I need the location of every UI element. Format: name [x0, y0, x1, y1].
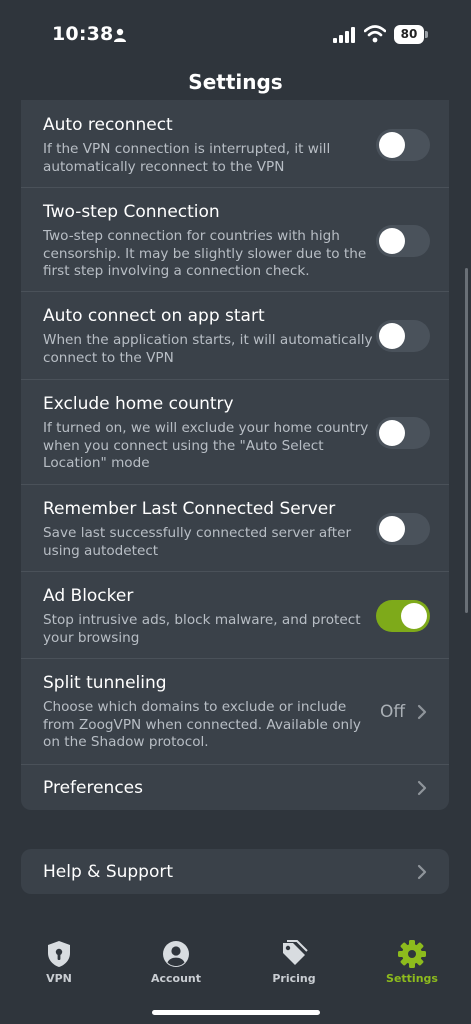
status-bar: 10:38 80 — [0, 0, 471, 70]
home-indicator — [152, 1010, 320, 1015]
toggle-knob — [379, 132, 405, 158]
setting-title: Remember Last Connected Server — [43, 499, 336, 519]
setting-title: Exclude home country — [43, 394, 234, 414]
setting-row-two-step-connection: Two-step Connection Two-step connection … — [21, 188, 449, 292]
tab-vpn[interactable]: VPN — [19, 940, 99, 985]
split-tunneling-value: Off — [380, 702, 406, 722]
help-support-row[interactable]: Help & Support — [21, 849, 449, 894]
tab-label: Settings — [386, 972, 438, 985]
help-support-title: Help & Support — [43, 862, 174, 882]
remember-last-server-toggle[interactable] — [376, 513, 430, 545]
battery-indicator: 80 — [394, 25, 424, 44]
toggle-knob — [379, 420, 405, 446]
tab-label: VPN — [46, 972, 72, 985]
setting-title: Auto reconnect — [43, 115, 173, 135]
tab-label: Pricing — [272, 972, 316, 985]
setting-description: Choose which domains to exclude or inclu… — [43, 699, 361, 750]
auto-reconnect-toggle[interactable] — [376, 129, 430, 161]
setting-description: If turned on, we will exclude your home … — [43, 420, 369, 471]
cellular-signal-icon — [333, 27, 355, 43]
status-time: 10:38 — [52, 23, 114, 45]
toggle-knob — [401, 603, 427, 629]
ad-blocker-toggle[interactable] — [376, 600, 430, 632]
setting-row-preferences[interactable]: Preferences — [21, 765, 449, 810]
setting-description: If the VPN connection is interrupted, it… — [43, 141, 331, 175]
setting-row-ad-blocker: Ad Blocker Stop intrusive ads, block mal… — [21, 572, 449, 659]
setting-title: Auto connect on app start — [43, 306, 265, 326]
wifi-icon — [364, 25, 386, 43]
tab-account[interactable]: Account — [136, 940, 216, 985]
tab-pricing[interactable]: Pricing — [254, 940, 334, 985]
setting-description: When the application starts, it will aut… — [43, 332, 373, 366]
setting-title: Ad Blocker — [43, 586, 134, 606]
page-title: Settings — [188, 70, 283, 94]
setting-description: Two-step connection for countries with h… — [43, 228, 367, 279]
toggle-knob — [379, 516, 405, 542]
account-icon — [163, 941, 189, 967]
tag-icon — [283, 940, 308, 965]
scrollbar[interactable] — [465, 268, 468, 613]
person-icon — [114, 28, 126, 42]
setting-row-exclude-home-country: Exclude home country If turned on, we wi… — [21, 380, 449, 485]
setting-row-auto-reconnect: Auto reconnect If the VPN connection is … — [21, 100, 449, 188]
setting-row-remember-last-server: Remember Last Connected Server Save last… — [21, 485, 449, 572]
setting-title: Split tunneling — [43, 673, 167, 693]
exclude-home-country-toggle[interactable] — [376, 417, 430, 449]
auto-connect-toggle[interactable] — [376, 320, 430, 352]
settings-card: Auto reconnect If the VPN connection is … — [21, 100, 449, 810]
setting-title: Two-step Connection — [43, 202, 220, 222]
setting-description: Stop intrusive ads, block malware, and p… — [43, 612, 361, 646]
chevron-right-icon — [417, 704, 427, 720]
setting-row-auto-connect: Auto connect on app start When the appli… — [21, 292, 449, 380]
setting-title: Preferences — [43, 778, 143, 798]
battery-tip — [425, 31, 428, 38]
gear-icon — [398, 940, 426, 968]
shield-icon — [48, 941, 70, 967]
toggle-knob — [379, 228, 405, 254]
tab-settings[interactable]: Settings — [372, 940, 452, 985]
setting-description: Save last successfully connected server … — [43, 525, 352, 559]
setting-row-split-tunneling[interactable]: Split tunneling Choose which domains to … — [21, 659, 449, 765]
toggle-knob — [379, 323, 405, 349]
tab-label: Account — [150, 972, 202, 985]
two-step-connection-toggle[interactable] — [376, 225, 430, 257]
chevron-right-icon — [417, 780, 427, 796]
chevron-right-icon — [417, 864, 427, 880]
